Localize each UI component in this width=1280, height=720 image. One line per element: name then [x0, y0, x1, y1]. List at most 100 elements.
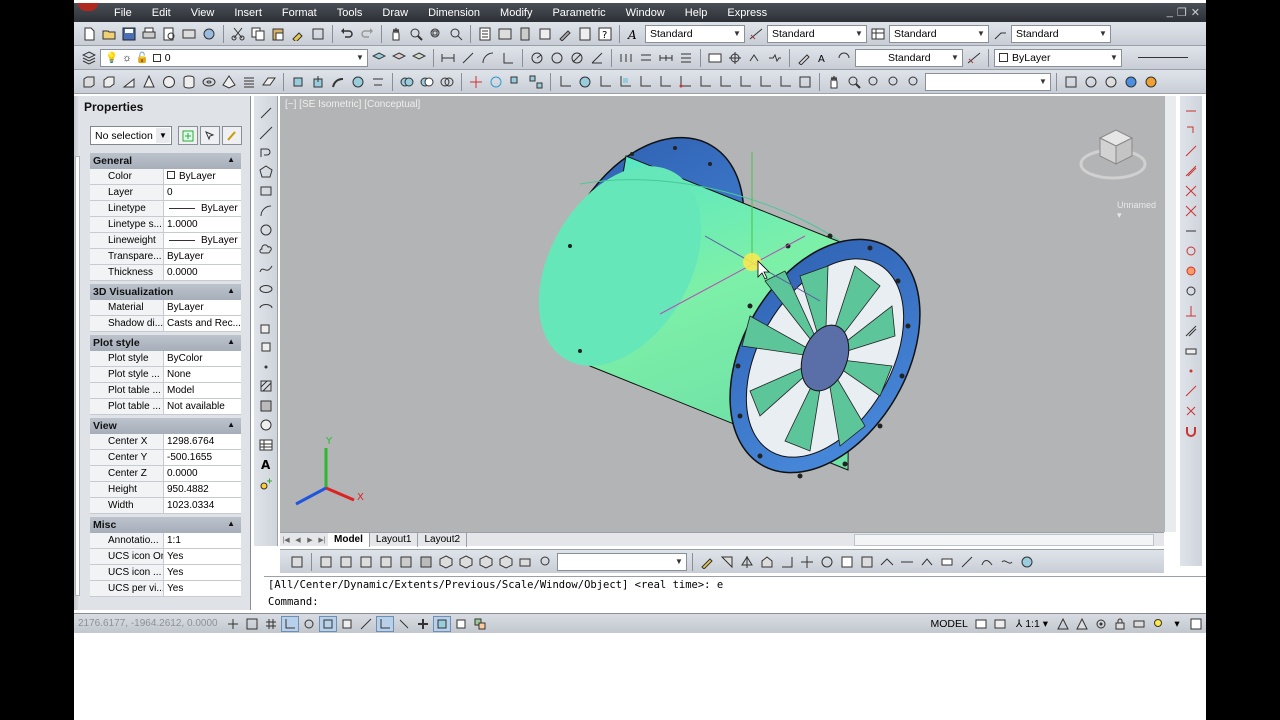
model-viewport[interactable]: [−] [SE Isometric] [Conceptual] Y X Unna…	[280, 96, 1164, 532]
clean-screen-icon[interactable]	[1187, 616, 1205, 632]
section-plot-style[interactable]: Plot style ▲	[90, 335, 241, 351]
tab-layout2[interactable]: Layout2	[418, 532, 468, 547]
tab-layout1[interactable]: Layout1	[370, 532, 419, 547]
edit-pencil-icon[interactable]	[698, 553, 716, 571]
aligned-dim-icon[interactable]	[459, 49, 477, 67]
mesh-smooth-icon[interactable]	[1018, 553, 1036, 571]
paste-icon[interactable]	[269, 25, 287, 43]
prop-row[interactable]: Plot style ByColor	[90, 351, 241, 367]
box-icon[interactable]	[100, 73, 118, 91]
baseline-dim-icon[interactable]	[637, 49, 655, 67]
command-prompt[interactable]: Command:	[264, 594, 1206, 611]
rectangle-icon[interactable]	[257, 182, 275, 200]
save-icon[interactable]	[120, 25, 138, 43]
publish-icon[interactable]	[180, 25, 198, 43]
layer-previous-icon[interactable]	[390, 49, 408, 67]
grid-display-icon[interactable]	[262, 616, 280, 632]
right-view-icon[interactable]	[377, 553, 395, 571]
section-misc[interactable]: Misc ▲	[90, 517, 241, 533]
stretch-icon[interactable]	[1182, 262, 1200, 280]
ucs-object-icon[interactable]	[636, 73, 654, 91]
arc-length-icon[interactable]	[479, 49, 497, 67]
table-style-select[interactable]: Standard ▼	[889, 24, 989, 43]
interfere-icon[interactable]	[878, 553, 896, 571]
zoom-extents-icon[interactable]	[905, 73, 923, 91]
revision-cloud-icon[interactable]	[257, 241, 275, 259]
polysolid-icon[interactable]	[80, 73, 98, 91]
menu-file[interactable]: File	[104, 7, 142, 19]
model-space-toggle[interactable]: MODEL	[927, 618, 972, 630]
redo-icon[interactable]	[358, 25, 376, 43]
3d-align-icon[interactable]	[507, 73, 525, 91]
prop-row[interactable]: UCS per vi... Yes	[90, 581, 241, 597]
menu-tools[interactable]: Tools	[327, 7, 373, 19]
convert-solid-icon[interactable]	[978, 553, 996, 571]
menu-edit[interactable]: Edit	[142, 7, 181, 19]
ucs-icon[interactable]	[556, 73, 574, 91]
3d-dwf-icon[interactable]	[200, 25, 218, 43]
prop-row[interactable]: Material ByLayer	[90, 300, 241, 316]
viewport-horizontal-scrollbar[interactable]	[854, 533, 1154, 546]
dim-edit-icon[interactable]	[795, 49, 813, 67]
prop-row[interactable]: UCS icon ... Yes	[90, 565, 241, 581]
visual-style-select[interactable]: Standard ▼	[855, 48, 963, 67]
prop-row[interactable]: Thickness 0.0000	[90, 265, 241, 281]
sw-iso-icon[interactable]	[437, 553, 455, 571]
prop-row[interactable]: Width 1023.0334	[90, 498, 241, 514]
zoom-previous-icon[interactable]	[447, 25, 465, 43]
close-icon[interactable]: ✕	[1191, 6, 1200, 19]
prop-row[interactable]: Color ByLayer	[90, 169, 241, 185]
3d-object-snap-icon[interactable]	[338, 616, 356, 632]
join-icon[interactable]	[1182, 342, 1200, 360]
imprint-icon[interactable]	[938, 553, 956, 571]
continue-dim-icon[interactable]	[657, 49, 675, 67]
next-tab-icon[interactable]: ▶	[304, 536, 316, 544]
revolve-icon[interactable]	[349, 73, 367, 91]
isolate-objects-icon[interactable]	[1149, 616, 1167, 632]
select-objects-icon[interactable]	[200, 126, 220, 145]
subtract-icon[interactable]	[418, 73, 436, 91]
dim-update-icon[interactable]	[835, 49, 853, 67]
3d-move-icon[interactable]	[467, 73, 485, 91]
top-view-icon[interactable]	[317, 553, 335, 571]
dynamic-input-icon[interactable]	[395, 616, 413, 632]
trim-icon[interactable]	[1182, 282, 1200, 300]
minimize-icon[interactable]: _	[1167, 6, 1173, 19]
3d-array-icon[interactable]	[527, 73, 545, 91]
make-current-layer-icon[interactable]	[370, 49, 388, 67]
region-icon[interactable]	[257, 416, 275, 434]
cylinder-icon[interactable]	[180, 73, 198, 91]
section-view[interactable]: View ▲	[90, 418, 241, 434]
lineweight-toggle-icon[interactable]	[414, 616, 432, 632]
ellipse-arc-icon[interactable]	[257, 299, 275, 317]
dim-style-manager-icon[interactable]	[965, 49, 983, 67]
torus-icon[interactable]	[200, 73, 218, 91]
offset-icon[interactable]	[1182, 162, 1200, 180]
prop-row[interactable]: Linetype s... 1.0000	[90, 217, 241, 233]
object-snap-icon[interactable]	[319, 615, 337, 632]
app-logo-icon[interactable]	[74, 3, 104, 22]
ucs-z-icon[interactable]	[776, 73, 794, 91]
ucs-view-icon[interactable]	[656, 73, 674, 91]
viewport-vertical-scrollbar[interactable]	[1164, 96, 1176, 532]
views-select[interactable]: ▼	[557, 552, 687, 571]
dynamic-ucs-icon[interactable]	[376, 615, 394, 632]
section-general[interactable]: General ▲	[90, 153, 241, 169]
quick-select-icon[interactable]	[222, 126, 242, 145]
ucs-x-icon[interactable]	[736, 73, 754, 91]
ucs-origin-icon[interactable]	[676, 73, 694, 91]
point-icon[interactable]	[257, 358, 275, 376]
layer-states-icon[interactable]	[410, 49, 428, 67]
inspection-icon[interactable]	[746, 49, 764, 67]
markup-icon[interactable]	[556, 25, 574, 43]
copy-icon[interactable]	[249, 25, 267, 43]
helix-icon[interactable]	[240, 73, 258, 91]
help-icon[interactable]: ?	[596, 25, 614, 43]
radius-dim-icon[interactable]	[528, 49, 546, 67]
named-views-select[interactable]: ▼	[925, 72, 1051, 91]
prop-row[interactable]: Center Z 0.0000	[90, 466, 241, 482]
loft-icon[interactable]	[369, 73, 387, 91]
hidden-icon[interactable]	[1102, 73, 1120, 91]
prop-row[interactable]: UCS icon On Yes	[90, 549, 241, 565]
rotate-icon[interactable]	[1182, 222, 1200, 240]
